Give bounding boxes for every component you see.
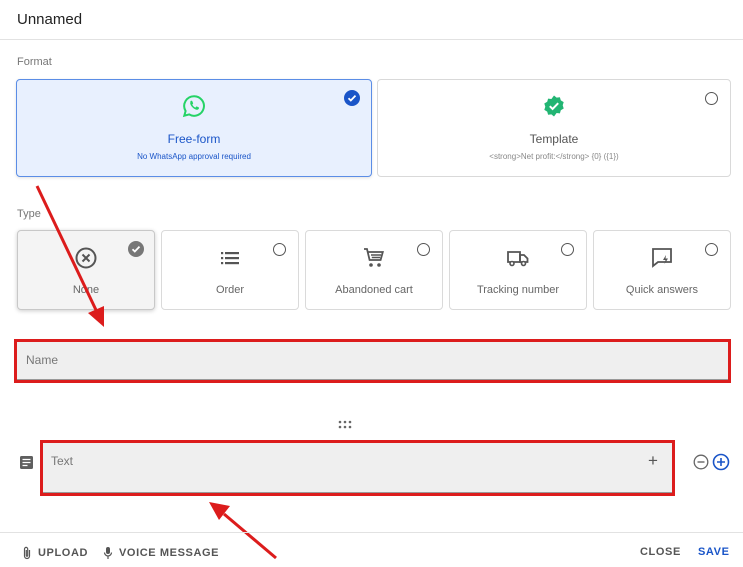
paperclip-icon bbox=[22, 546, 32, 560]
save-button[interactable]: SAVE bbox=[698, 546, 730, 558]
close-button[interactable]: CLOSE bbox=[640, 546, 681, 558]
voice-message-button[interactable]: VOICE MESSAGE bbox=[103, 546, 219, 560]
microphone-icon bbox=[103, 546, 113, 560]
upload-button[interactable]: UPLOAD bbox=[22, 546, 88, 560]
dialog-footer: UPLOAD VOICE MESSAGE CLOSE SAVE bbox=[0, 532, 743, 567]
annotation-arrows bbox=[35, 185, 277, 560]
upload-label: UPLOAD bbox=[38, 547, 89, 559]
voice-message-label: VOICE MESSAGE bbox=[119, 547, 220, 559]
